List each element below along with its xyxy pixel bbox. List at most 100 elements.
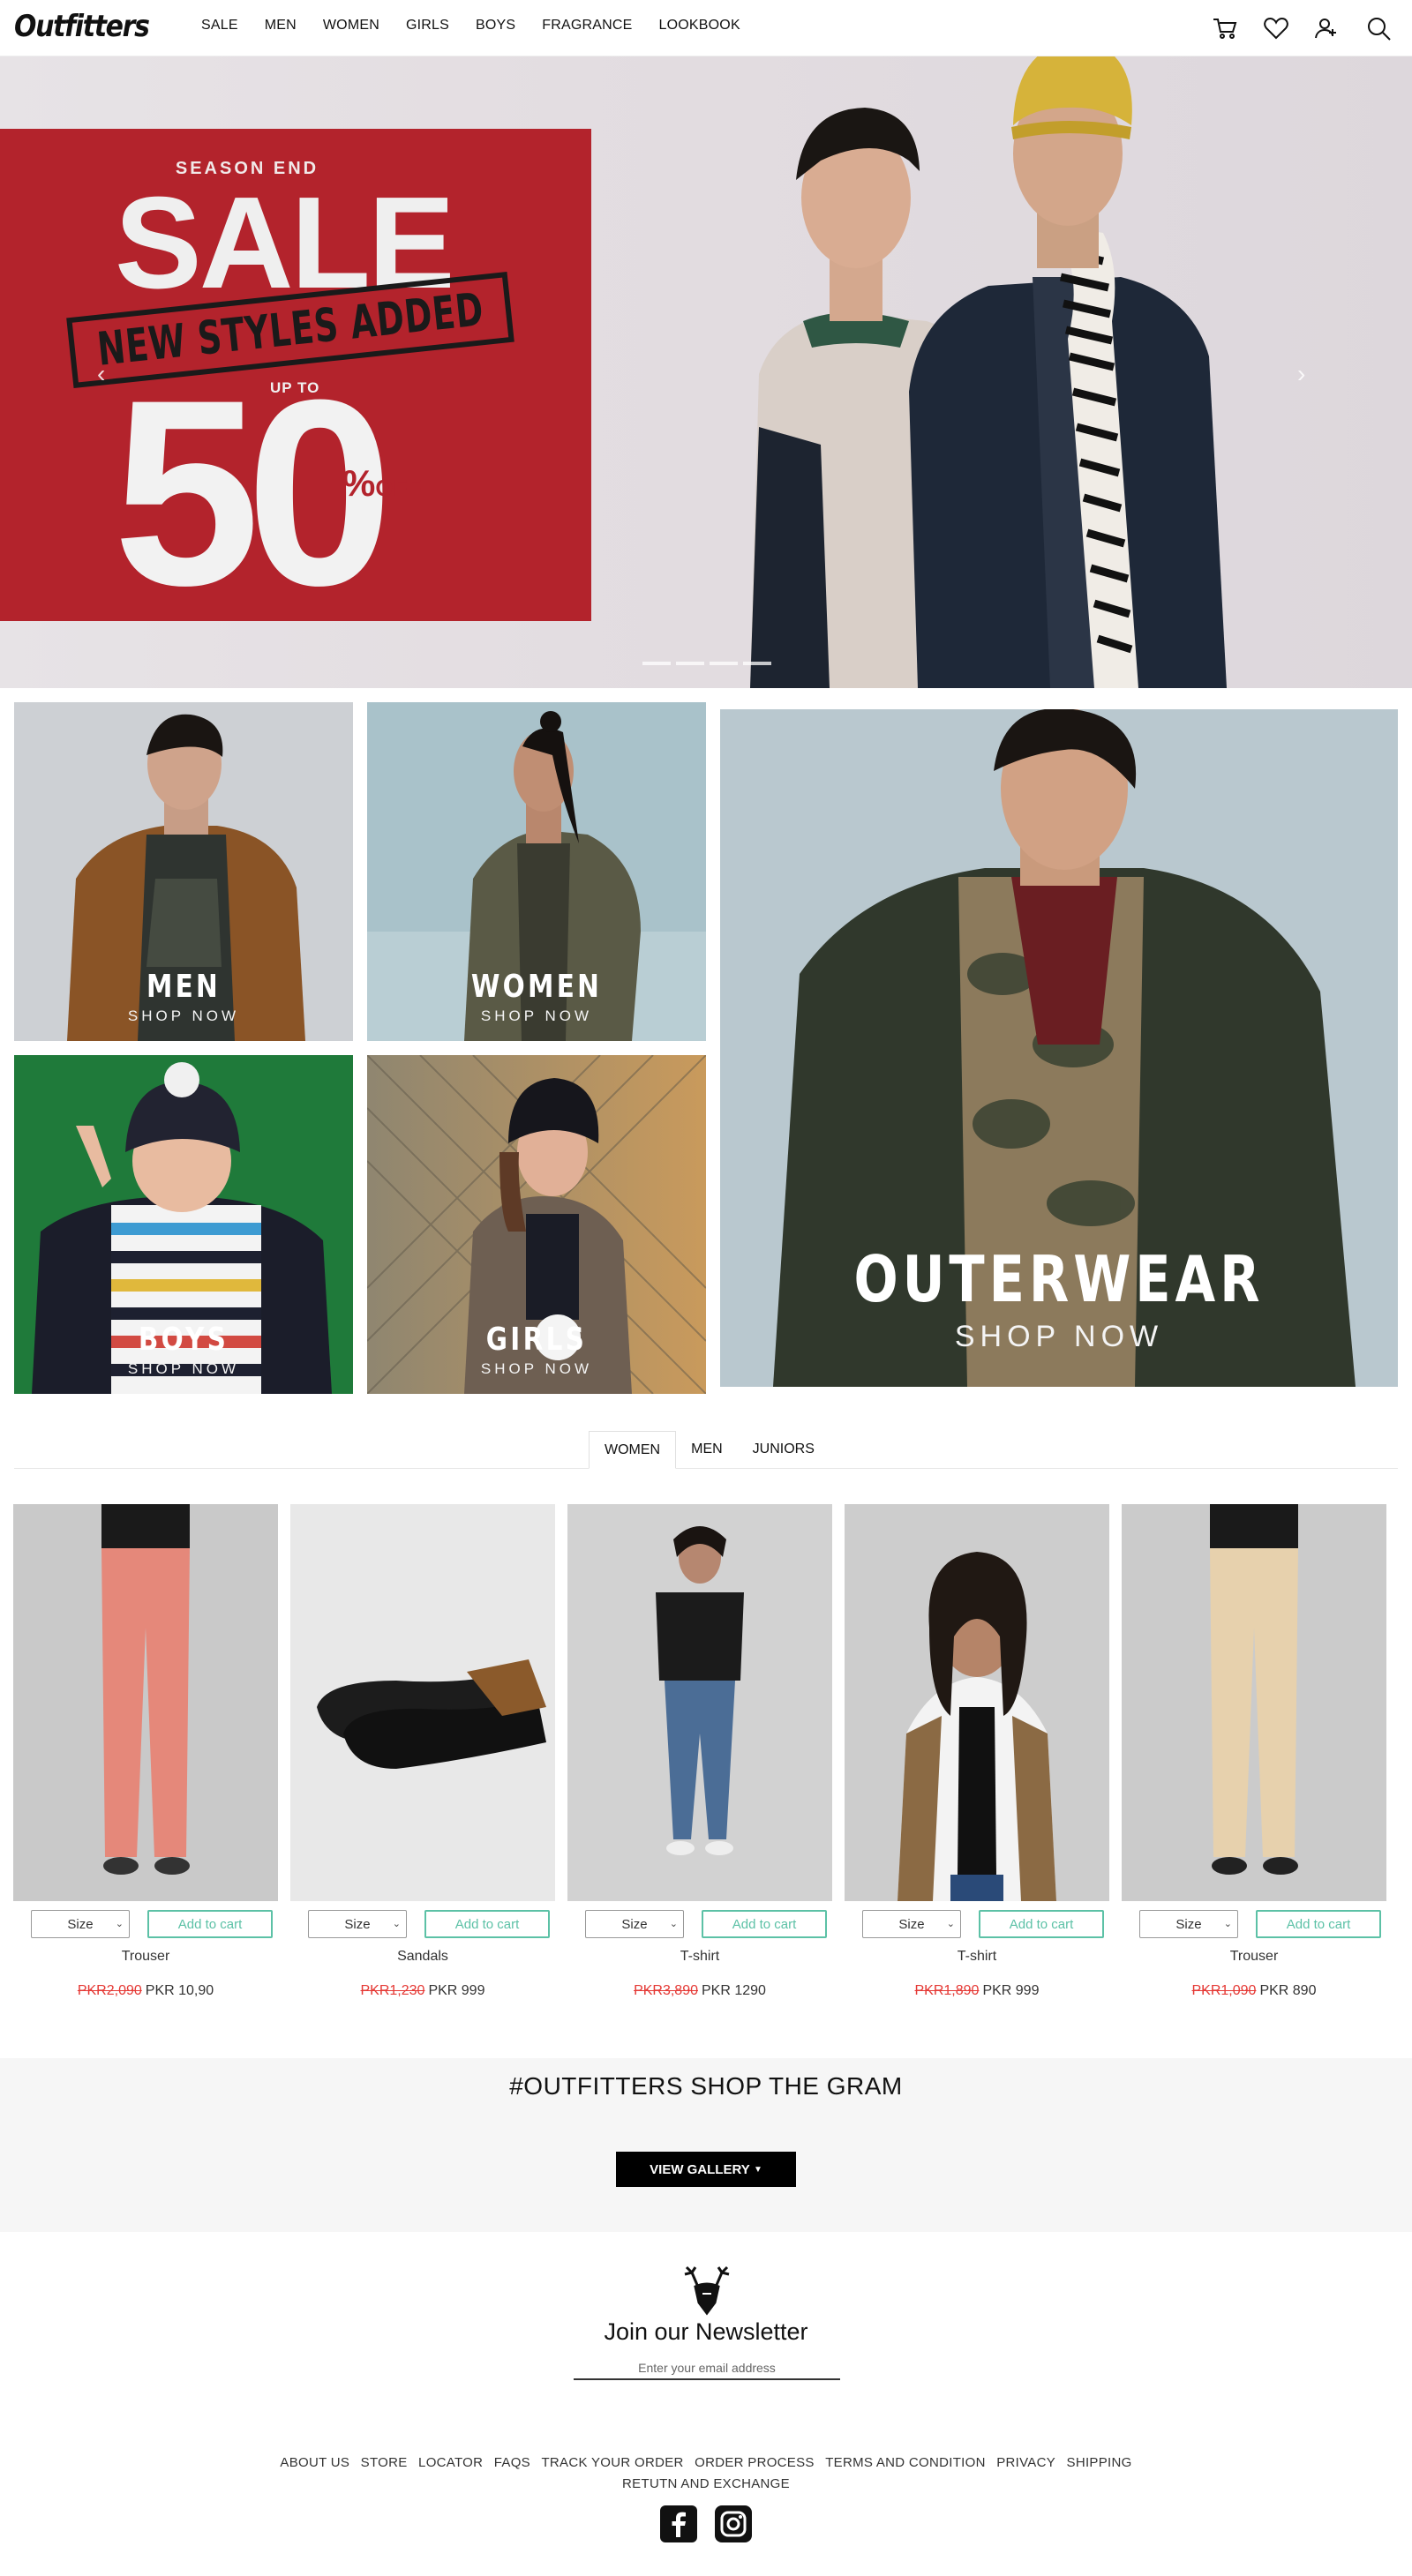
category-tile-outerwear[interactable]: OUTERWEAR SHOP NOW: [720, 709, 1398, 1387]
caret-down-icon: ▼: [753, 2164, 762, 2175]
slide-dot[interactable]: [743, 662, 771, 665]
newsletter-email-input[interactable]: Enter your email address: [574, 2357, 840, 2380]
instagram-icon[interactable]: [715, 2505, 752, 2542]
footer-link[interactable]: PRIVACY: [996, 2455, 1055, 2470]
product-name[interactable]: Trouser: [1122, 1949, 1386, 1965]
size-select[interactable]: Size ⌄: [31, 1910, 130, 1938]
product-price: PKR1,090 PKR 890: [1122, 1983, 1386, 1999]
add-to-cart-button[interactable]: Add to cart: [424, 1910, 550, 1938]
category-tile-boys[interactable]: BOYS SHOP NOW: [14, 1055, 353, 1394]
old-price: PKR2,090: [77, 1983, 142, 1998]
old-price: PKR1,090: [1191, 1983, 1257, 1998]
nav-women[interactable]: WOMEN: [323, 18, 379, 34]
add-to-cart-button[interactable]: Add to cart: [702, 1910, 827, 1938]
slide-dot[interactable]: [710, 662, 738, 665]
search-icon[interactable]: [1364, 14, 1393, 42]
size-select[interactable]: Size ⌄: [585, 1910, 684, 1938]
tab-men[interactable]: MEN: [676, 1431, 738, 1469]
newsletter-title: Join our Newsletter: [604, 2318, 808, 2345]
nav-men[interactable]: MEN: [265, 18, 297, 34]
chevron-down-icon: ⌄: [669, 1919, 678, 1929]
sale-price: PKR 999: [428, 1983, 485, 1998]
boys-tile-sub: SHOP NOW: [127, 1360, 240, 1377]
product-price: PKR1,230 PKR 999: [290, 1983, 555, 1999]
women-tile-title: WOMEN: [470, 969, 603, 1005]
main-menu: SALE MEN WOMEN GIRLS BOYS FRAGRANCE LOOK…: [201, 18, 767, 34]
view-gallery-label: VIEW GALLERY: [650, 2161, 750, 2177]
category-tile-men[interactable]: MEN SHOP NOW: [14, 702, 353, 1041]
sale-price: PKR 890: [1259, 1983, 1317, 1998]
heart-icon[interactable]: [1262, 14, 1290, 42]
slide-dot[interactable]: [642, 662, 671, 665]
chevron-down-icon: ⌄: [392, 1919, 401, 1929]
gram-title: #OUTFITTERS SHOP THE GRAM: [509, 2072, 903, 2100]
deer-logo-icon: [680, 2264, 734, 2318]
old-price: PKR1,230: [360, 1983, 425, 1998]
view-gallery-button[interactable]: VIEW GALLERY ▼: [616, 2152, 796, 2187]
outerwear-tile-title: OUTERWEAR: [853, 1242, 1265, 1316]
cart-icon[interactable]: [1211, 14, 1239, 42]
footer-link[interactable]: STORE: [361, 2455, 408, 2470]
tab-women[interactable]: WOMEN: [589, 1431, 677, 1469]
chevron-down-icon: ⌄: [115, 1919, 124, 1929]
product-image[interactable]: [1122, 1504, 1386, 1901]
size-select-label: Size: [621, 1916, 648, 1932]
product-name[interactable]: Trouser: [13, 1949, 278, 1965]
product-image[interactable]: [13, 1504, 278, 1901]
boys-tile-title: BOYS: [138, 1322, 229, 1358]
size-select[interactable]: Size ⌄: [1139, 1910, 1238, 1938]
footer-link[interactable]: FAQS: [494, 2455, 530, 2470]
footer-link[interactable]: SHIPPING: [1067, 2455, 1132, 2470]
add-to-cart-button[interactable]: Add to cart: [1256, 1910, 1381, 1938]
add-to-cart-button[interactable]: Add to cart: [979, 1910, 1104, 1938]
size-select-label: Size: [67, 1916, 94, 1932]
promo-percent: %OFF: [342, 462, 421, 505]
facebook-icon[interactable]: [660, 2505, 697, 2542]
size-select[interactable]: Size ⌄: [862, 1910, 961, 1938]
sale-price: PKR 999: [982, 1983, 1040, 1998]
nav-boys[interactable]: BOYS: [476, 18, 515, 34]
girls-tile-title: GIRLS: [485, 1322, 588, 1358]
outerwear-tile-sub: SHOP NOW: [954, 1320, 1164, 1353]
product-image[interactable]: [567, 1504, 832, 1901]
product-tabs: WOMEN MEN JUNIORS: [589, 1431, 830, 1469]
footer-link[interactable]: TRACK YOUR ORDER: [541, 2455, 683, 2470]
footer-links: ABOUT US STORE LOCATOR FAQS TRACK YOUR O…: [265, 2452, 1147, 2495]
product-name[interactable]: T-shirt: [845, 1949, 1109, 1965]
size-select-label: Size: [1175, 1916, 1202, 1932]
category-tile-girls[interactable]: GIRLS SHOP NOW: [367, 1055, 706, 1394]
hero-prev-arrow[interactable]: ‹: [97, 360, 105, 388]
product-image[interactable]: [845, 1504, 1109, 1901]
category-tile-women[interactable]: WOMEN SHOP NOW: [367, 702, 706, 1041]
hero-banner[interactable]: SEASON END SALE NEW STYLES ADDED UP TO 5…: [0, 56, 1412, 688]
tab-juniors[interactable]: JUNIORS: [738, 1431, 830, 1469]
footer-link[interactable]: ABOUT US: [280, 2455, 349, 2470]
nav-lookbook[interactable]: LOOKBOOK: [659, 18, 740, 34]
footer-link[interactable]: RETUTN AND EXCHANGE: [622, 2476, 790, 2491]
footer-link[interactable]: ORDER PROCESS: [695, 2455, 815, 2470]
product-card: Size ⌄ Add to cart Trouser PKR1,090 PKR 89…: [1122, 1504, 1386, 2007]
user-icon[interactable]: [1313, 14, 1341, 42]
hero-next-arrow[interactable]: ›: [1297, 360, 1305, 388]
add-to-cart-button[interactable]: Add to cart: [147, 1910, 273, 1938]
product-card: Size ⌄ Add to cart Sandals PKR1,230 PKR 99…: [290, 1504, 555, 2007]
nav-fragrance[interactable]: FRAGRANCE: [542, 18, 632, 34]
sale-promo-panel[interactable]: SEASON END SALE NEW STYLES ADDED UP TO 5…: [0, 129, 591, 625]
nav-girls[interactable]: GIRLS: [406, 18, 449, 34]
product-image[interactable]: [290, 1504, 555, 1901]
old-price: PKR1,890: [914, 1983, 980, 1998]
footer-link[interactable]: LOCATOR: [418, 2455, 483, 2470]
nav-sale[interactable]: SALE: [201, 18, 238, 34]
old-price: PKR3,890: [634, 1983, 698, 1998]
product-name[interactable]: T-shirt: [567, 1949, 832, 1965]
nav-icons: [1211, 14, 1393, 42]
footer-link[interactable]: TERMS AND CONDITION: [825, 2455, 986, 2470]
product-card: Size ⌄ Add to cart T-shirt PKR3,890 PKR 12…: [567, 1504, 832, 2007]
product-controls: Size ⌄ Add to cart: [585, 1910, 827, 1938]
product-price: PKR2,090 PKR 10,90: [13, 1983, 278, 1999]
size-select[interactable]: Size ⌄: [308, 1910, 407, 1938]
slide-dot[interactable]: [676, 662, 704, 665]
chevron-down-icon: ⌄: [946, 1919, 955, 1929]
brand-logo[interactable]: Outfitters: [14, 9, 150, 44]
product-name[interactable]: Sandals: [290, 1949, 555, 1965]
